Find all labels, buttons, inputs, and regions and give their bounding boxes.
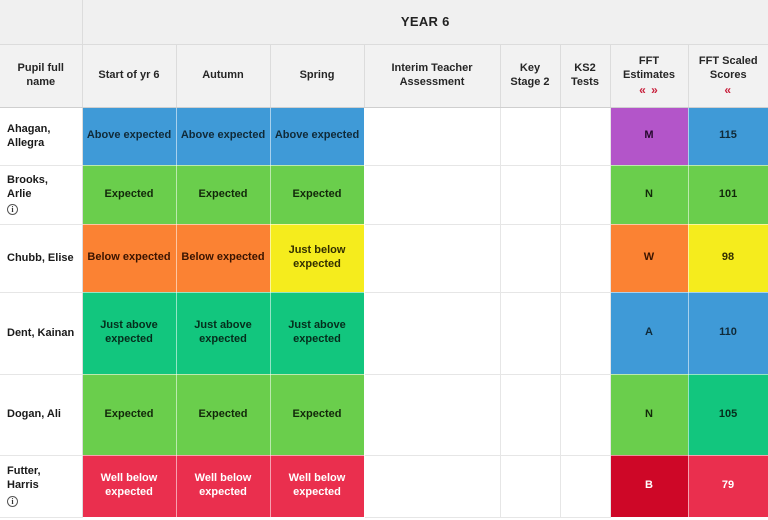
assessment-cell[interactable]: Above expected xyxy=(270,107,365,166)
column-header-ks2-tests[interactable]: KS2 Tests xyxy=(560,44,611,108)
assessment-cell[interactable]: N xyxy=(610,374,689,456)
assessment-cell-empty[interactable] xyxy=(560,224,611,293)
assessment-cell[interactable]: Just above expected xyxy=(176,292,271,375)
column-header-spring[interactable]: Spring xyxy=(270,44,365,108)
assessment-cell[interactable]: Below expected xyxy=(82,224,177,293)
pupil-name-line-1: Dent, Kainan xyxy=(7,326,75,339)
assessment-cell-empty[interactable] xyxy=(364,292,501,375)
column-header-label: Interim Teacher Assessment xyxy=(391,61,473,88)
chevron-double-icon[interactable]: « xyxy=(692,84,766,96)
assessment-cell[interactable]: A xyxy=(610,292,689,375)
column-header-fft-estimates[interactable]: FFT Estimates « » xyxy=(610,44,689,108)
assessment-cell[interactable]: 101 xyxy=(688,165,768,225)
assessment-cell[interactable]: Above expected xyxy=(176,107,271,166)
column-header-pupil-full-name[interactable]: Pupil full name xyxy=(0,44,83,108)
assessment-cell[interactable]: Well below expected xyxy=(176,455,271,518)
assessment-cell[interactable]: 79 xyxy=(688,455,768,518)
assessment-cell[interactable]: Expected xyxy=(82,165,177,225)
assessment-cell[interactable]: 110 xyxy=(688,292,768,375)
column-header-autumn[interactable]: Autumn xyxy=(176,44,271,108)
table-row: Ahagan, Allegra Above expected Above expect… xyxy=(0,107,768,166)
assessment-cell-empty[interactable] xyxy=(560,455,611,518)
pupil-name-line-2: Allegra xyxy=(7,137,45,149)
column-header-fft-scaled-scores[interactable]: FFT Scaled Scores « xyxy=(688,44,768,108)
assessment-cell-empty[interactable] xyxy=(364,165,501,225)
assessment-cell[interactable]: Below expected xyxy=(176,224,271,293)
pupil-name-line-1: Brooks, Arlie xyxy=(7,173,48,200)
pupil-progress-tracker: YEAR 6 Pupil full name Start of yr 6 Autum… xyxy=(0,0,768,520)
assessment-cell[interactable]: Just below expected xyxy=(270,224,365,293)
assessment-cell-empty[interactable] xyxy=(364,374,501,456)
column-header-row: Pupil full name Start of yr 6 Autumn Spring… xyxy=(0,44,768,108)
pupil-name-cell[interactable]: Dent, Kainan xyxy=(0,292,83,375)
assessment-cell-empty[interactable] xyxy=(560,165,611,225)
column-header-label: Pupil full name xyxy=(17,61,64,88)
column-header-label: Autumn xyxy=(202,68,244,81)
title-band-spacer xyxy=(0,0,83,45)
pupil-name-cell[interactable]: Futter, Harris i xyxy=(0,455,83,518)
chevron-double-icon[interactable]: « » xyxy=(614,84,685,96)
assessment-cell[interactable]: W xyxy=(610,224,689,293)
assessment-cell[interactable]: Expected xyxy=(270,165,365,225)
assessment-cell-empty[interactable] xyxy=(560,107,611,166)
table-row: Brooks, Arlie i Expected Expected Expected N 1… xyxy=(0,165,768,225)
assessment-cell-empty[interactable] xyxy=(500,165,561,225)
assessment-cell[interactable]: Expected xyxy=(176,165,271,225)
assessment-cell[interactable]: Well below expected xyxy=(82,455,177,518)
column-header-label: KS2 Tests xyxy=(571,61,599,88)
assessment-cell[interactable]: 115 xyxy=(688,107,768,166)
table-row: Dent, Kainan Just above expected Just abov… xyxy=(0,292,768,375)
assessment-cell[interactable]: Just above expected xyxy=(82,292,177,375)
assessment-cell[interactable]: Just above expected xyxy=(270,292,365,375)
pupil-name-line-1: Dogan, Ali xyxy=(7,408,61,421)
column-header-label: Spring xyxy=(299,68,335,81)
column-header-key-stage-2[interactable]: Key Stage 2 xyxy=(500,44,561,108)
column-header-label: Key Stage 2 xyxy=(510,61,550,88)
pupil-progress-table: YEAR 6 Pupil full name Start of yr 6 Autum… xyxy=(0,0,768,518)
assessment-cell[interactable]: Expected xyxy=(82,374,177,456)
pupil-name-line-1: Ahagan, xyxy=(7,122,51,135)
column-header-start-of-yr-6[interactable]: Start of yr 6 xyxy=(82,44,177,108)
pupil-name-line-1: Futter, Harris xyxy=(7,465,41,492)
info-icon[interactable]: i xyxy=(7,204,18,216)
assessment-cell[interactable]: 98 xyxy=(688,224,768,293)
title-band-row: YEAR 6 xyxy=(0,0,768,45)
info-icon[interactable]: i xyxy=(7,495,18,507)
pupil-name-cell[interactable]: Ahagan, Allegra xyxy=(0,107,83,166)
table-head: YEAR 6 Pupil full name Start of yr 6 Autum… xyxy=(0,0,768,108)
assessment-cell-empty[interactable] xyxy=(500,107,561,166)
assessment-cell-empty[interactable] xyxy=(500,292,561,375)
assessment-cell-empty[interactable] xyxy=(364,455,501,518)
assessment-cell-empty[interactable] xyxy=(364,224,501,293)
pupil-name-line-1: Chubb, Elise xyxy=(7,251,74,264)
assessment-cell-empty[interactable] xyxy=(500,374,561,456)
assessment-cell[interactable]: Expected xyxy=(270,374,365,456)
assessment-cell[interactable]: Expected xyxy=(176,374,271,456)
assessment-cell-empty[interactable] xyxy=(560,292,611,375)
assessment-cell-empty[interactable] xyxy=(500,224,561,293)
assessment-cell[interactable]: Above expected xyxy=(82,107,177,166)
column-header-label: Start of yr 6 xyxy=(98,68,160,81)
assessment-cell-empty[interactable] xyxy=(560,374,611,456)
table-row: Dogan, Ali Expected Expected Expected N 105 xyxy=(0,374,768,456)
assessment-cell-empty[interactable] xyxy=(500,455,561,518)
assessment-cell[interactable]: Well below expected xyxy=(270,455,365,518)
column-header-label: FFT Scaled Scores xyxy=(698,55,758,81)
assessment-cell[interactable]: M xyxy=(610,107,689,166)
table-row: Futter, Harris i Well below expected Well b… xyxy=(0,455,768,518)
assessment-cell[interactable]: B xyxy=(610,455,689,518)
table-body: Ahagan, Allegra Above expected Above expect… xyxy=(0,107,768,518)
table-row: Chubb, Elise Below expected Below expected… xyxy=(0,224,768,293)
assessment-cell[interactable]: N xyxy=(610,165,689,225)
year-group-title: YEAR 6 xyxy=(82,0,768,45)
column-header-label: FFT Estimates xyxy=(623,55,675,81)
pupil-name-cell[interactable]: Brooks, Arlie i xyxy=(0,165,83,225)
assessment-cell-empty[interactable] xyxy=(364,107,501,166)
assessment-cell[interactable]: 105 xyxy=(688,374,768,456)
pupil-name-cell[interactable]: Chubb, Elise xyxy=(0,224,83,293)
pupil-name-cell[interactable]: Dogan, Ali xyxy=(0,374,83,456)
column-header-interim-teacher-assessment[interactable]: Interim Teacher Assessment xyxy=(364,44,501,108)
